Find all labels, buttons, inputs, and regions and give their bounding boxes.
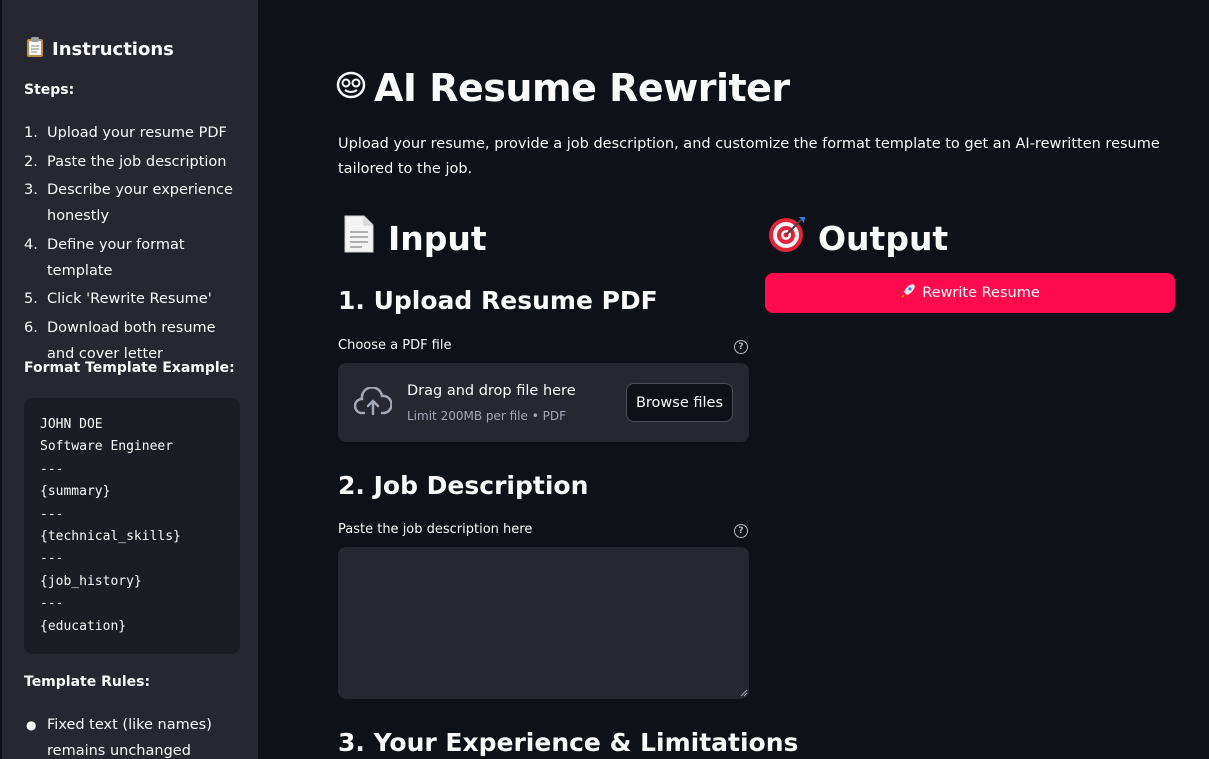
page-title: AI Resume Rewriter <box>336 66 790 110</box>
steps-heading: Steps: <box>24 82 75 98</box>
cloud-upload-icon <box>353 386 393 421</box>
rules-list: ● Fixed text (like names) remains unchang… <box>24 712 244 759</box>
list-item: 1. Upload your resume PDF <box>24 125 227 141</box>
dropzone-instruction: Drag and drop file here <box>407 383 576 399</box>
rewrite-resume-label: Rewrite Resume <box>922 285 1040 301</box>
code-line: --- <box>40 506 64 522</box>
clipboard-icon <box>24 36 46 63</box>
output-heading-text: Output <box>818 218 949 258</box>
list-item: 6. Download both resume and cover letter <box>24 319 216 362</box>
section-experience-heading: 3. Your Experience & Limitations <box>338 728 799 757</box>
rocket-icon <box>900 283 916 303</box>
target-icon <box>766 214 808 262</box>
code-line: {education} <box>40 618 127 634</box>
input-heading: Input <box>340 214 487 262</box>
section-job-description-heading: 2. Job Description <box>338 471 589 500</box>
input-heading-text: Input <box>388 218 487 258</box>
section-upload-heading: 1. Upload Resume PDF <box>338 286 658 315</box>
page-title-text: AI Resume Rewriter <box>374 66 790 110</box>
code-line: --- <box>40 551 64 567</box>
format-template-heading: Format Template Example: <box>24 360 235 376</box>
list-item: ● Fixed text (like names) remains unchang… <box>26 717 212 759</box>
code-line: Software Engineer <box>40 439 174 455</box>
page-subtitle: Upload your resume, provide a job descri… <box>338 136 1160 177</box>
robot-face-icon <box>336 66 366 110</box>
code-line: {technical_skills} <box>40 529 181 545</box>
list-item: 4. Define your format template <box>24 236 185 279</box>
page-document-icon <box>340 214 378 262</box>
help-icon[interactable]: ? <box>734 524 748 538</box>
steps-list: 1. Upload your resume PDF 2. Paste the job… <box>24 120 244 369</box>
code-line: --- <box>40 596 64 612</box>
sidebar: Instructions Steps: 1. Upload your resume… <box>0 0 258 759</box>
sidebar-title-text: Instructions <box>52 39 174 60</box>
dropzone-limit: Limit 200MB per file • PDF <box>407 409 566 423</box>
template-rules-heading: Template Rules: <box>24 674 151 690</box>
template-code-block: JOHN DOE Software Engineer --- {summary}… <box>24 398 240 654</box>
output-heading: Output <box>766 214 948 262</box>
code-line: {job_history} <box>40 573 142 589</box>
list-item: 5. Click 'Rewrite Resume' <box>24 291 212 307</box>
code-line: --- <box>40 461 64 477</box>
job-description-label: Paste the job description here <box>338 522 533 537</box>
job-description-textarea[interactable] <box>338 547 749 699</box>
browse-files-button[interactable]: Browse files <box>626 383 733 422</box>
file-dropzone[interactable]: Drag and drop file here Limit 200MB per … <box>338 363 749 442</box>
code-line: JOHN DOE <box>40 417 103 432</box>
list-item: 3. Describe your experience honestly <box>24 182 233 224</box>
help-icon[interactable]: ? <box>734 340 748 354</box>
resize-handle-icon[interactable] <box>740 689 748 697</box>
list-item: 2. Paste the job description <box>24 153 227 170</box>
sidebar-title: Instructions <box>24 36 174 63</box>
code-line: {summary} <box>40 484 111 500</box>
upload-label: Choose a PDF file <box>338 338 452 353</box>
rewrite-resume-button[interactable]: Rewrite Resume <box>765 273 1175 313</box>
